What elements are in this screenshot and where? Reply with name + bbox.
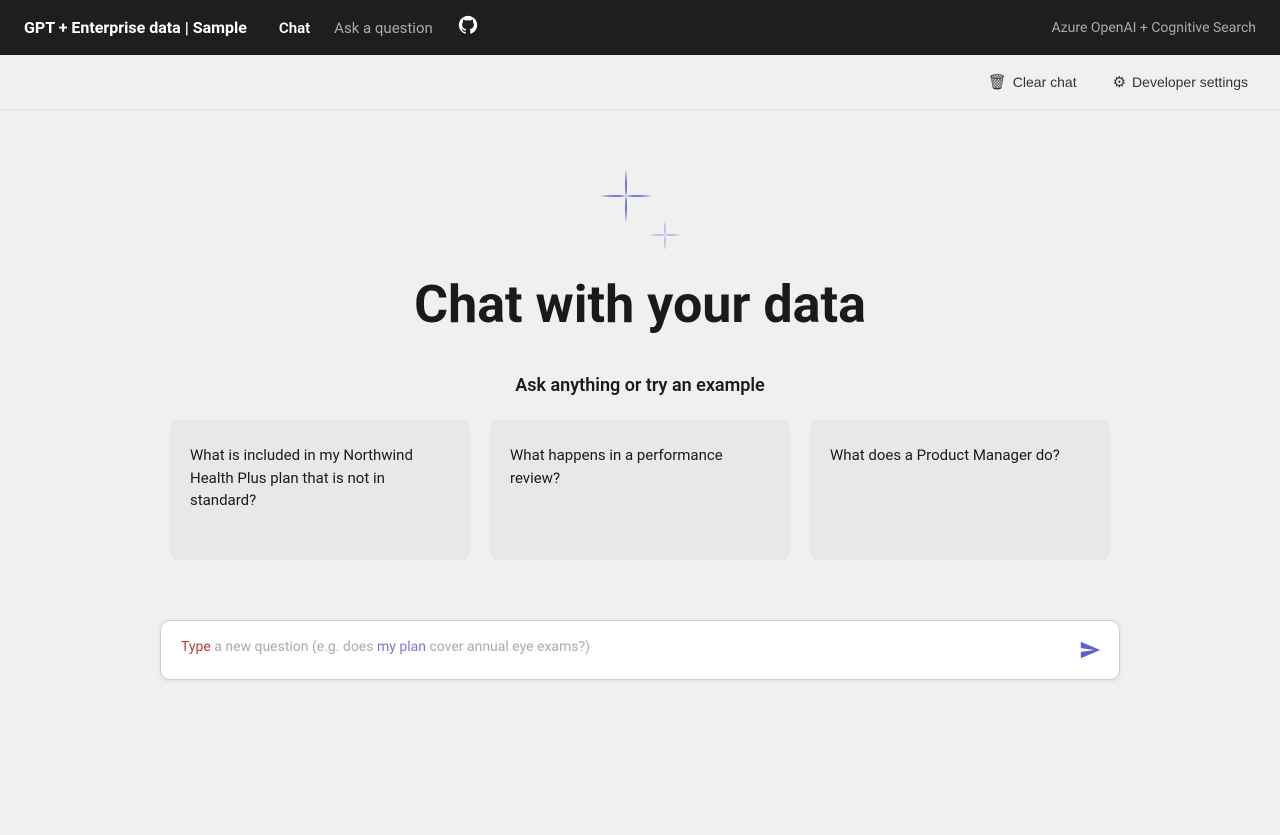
github-icon[interactable] bbox=[457, 14, 479, 41]
trash-icon: 🗑 bbox=[988, 73, 1007, 91]
sparkle-decoration bbox=[600, 170, 680, 250]
toolbar: 🗑 Clear chat ⚙ Developer settings bbox=[0, 55, 1280, 110]
example-card-2-text: What happens in a performance review? bbox=[510, 444, 770, 489]
chat-input-container: Type a new question (e.g. does my plan c… bbox=[160, 620, 1120, 680]
navbar-right-text: Azure OpenAI + Cognitive Search bbox=[1051, 20, 1256, 36]
page-title: Chat with your data bbox=[414, 274, 866, 335]
clear-chat-label: Clear chat bbox=[1013, 74, 1077, 90]
main-content: Chat with your data Ask anything or try … bbox=[0, 110, 1280, 835]
example-cards-container: What is included in my Northwind Health … bbox=[170, 420, 1110, 560]
navbar: GPT + Enterprise data | Sample Chat Ask … bbox=[0, 0, 1280, 55]
navbar-left: GPT + Enterprise data | Sample Chat Ask … bbox=[24, 14, 479, 41]
placeholder-type: Type bbox=[181, 639, 211, 655]
nav-ask-question[interactable]: Ask a question bbox=[334, 19, 433, 37]
example-card-3[interactable]: What does a Product Manager do? bbox=[810, 420, 1110, 560]
brand-title: GPT + Enterprise data | Sample bbox=[24, 18, 247, 37]
example-card-3-text: What does a Product Manager do? bbox=[830, 444, 1060, 467]
navbar-nav: Chat Ask a question bbox=[279, 14, 479, 41]
placeholder-plan: plan bbox=[399, 639, 426, 655]
gear-icon: ⚙ bbox=[1113, 73, 1126, 91]
placeholder-my: my bbox=[377, 639, 396, 655]
chat-input-placeholder: Type a new question (e.g. does my plan c… bbox=[181, 637, 1059, 658]
example-card-1-text: What is included in my Northwind Health … bbox=[190, 444, 450, 512]
subtitle: Ask anything or try an example bbox=[515, 375, 764, 396]
nav-chat[interactable]: Chat bbox=[279, 19, 310, 37]
developer-settings-label: Developer settings bbox=[1132, 74, 1248, 90]
send-button[interactable] bbox=[1075, 635, 1105, 665]
send-icon bbox=[1079, 639, 1101, 661]
example-card-2[interactable]: What happens in a performance review? bbox=[490, 420, 790, 560]
placeholder-text-1: a new question (e.g. does bbox=[214, 639, 377, 655]
sparkle-large-icon bbox=[600, 170, 652, 222]
placeholder-text-3: cover annual eye exams?) bbox=[429, 639, 590, 655]
sparkle-small-icon bbox=[650, 220, 680, 250]
developer-settings-button[interactable]: ⚙ Developer settings bbox=[1105, 69, 1256, 95]
clear-chat-button[interactable]: 🗑 Clear chat bbox=[980, 69, 1085, 95]
example-card-1[interactable]: What is included in my Northwind Health … bbox=[170, 420, 470, 560]
